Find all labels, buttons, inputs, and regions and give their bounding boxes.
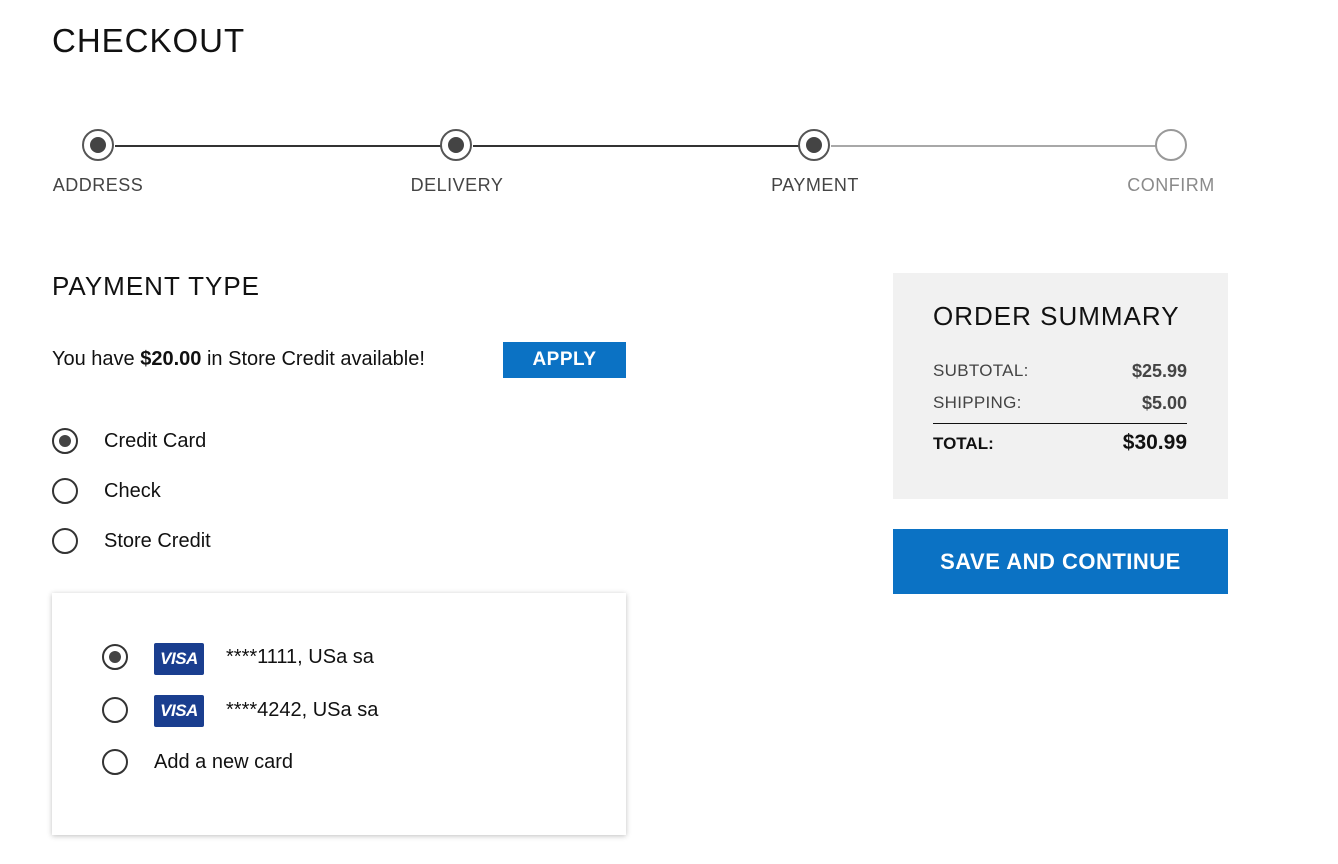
credit-card-label[interactable]: Credit Card bbox=[104, 430, 206, 453]
saved-card-label[interactable]: ****1111, USa sa bbox=[226, 646, 374, 669]
total-value: $30.99 bbox=[1122, 431, 1187, 454]
order-summary-title: ORDER SUMMARY bbox=[933, 301, 1180, 331]
checkout-progress: ADDRESS DELIVERY PAYMENT CONFIRM bbox=[0, 0, 1338, 220]
store-credit-label[interactable]: Store Credit bbox=[104, 530, 211, 553]
shipping-value: $5.00 bbox=[1141, 393, 1187, 413]
shipping-label: SHIPPING: bbox=[933, 393, 1022, 412]
check-radio[interactable] bbox=[52, 478, 78, 504]
check-label[interactable]: Check bbox=[104, 480, 161, 503]
step-confirm-label: CONFIRM bbox=[1127, 175, 1215, 195]
store-credit-amount: $20.00 bbox=[140, 348, 202, 370]
step-address-label[interactable]: ADDRESS bbox=[53, 175, 144, 196]
visa-logo-icon: VISA bbox=[154, 643, 204, 675]
store-credit-prefix: You have bbox=[52, 348, 135, 370]
apply-store-credit-button[interactable]: APPLY bbox=[503, 342, 626, 378]
step-payment-marker[interactable] bbox=[798, 129, 830, 161]
total-label: TOTAL: bbox=[933, 434, 994, 453]
store-credit-notice: You have $20.00 in Store Credit availabl… bbox=[52, 348, 425, 371]
saved-card-radio[interactable] bbox=[102, 697, 128, 723]
saved-card-radio[interactable] bbox=[102, 644, 128, 670]
summary-divider bbox=[933, 423, 1187, 424]
step-delivery-marker[interactable] bbox=[440, 129, 472, 161]
progress-line-payment-confirm bbox=[831, 145, 1156, 147]
store-credit-radio[interactable] bbox=[52, 528, 78, 554]
credit-card-radio[interactable] bbox=[52, 428, 78, 454]
payment-type-heading: PAYMENT TYPE bbox=[52, 271, 261, 301]
add-new-card-label[interactable]: Add a new card bbox=[154, 751, 293, 774]
saved-card-label[interactable]: ****4242, USa sa bbox=[226, 699, 378, 722]
step-address-marker[interactable] bbox=[82, 129, 114, 161]
add-new-card-radio[interactable] bbox=[102, 749, 128, 775]
step-payment-label[interactable]: PAYMENT bbox=[771, 175, 859, 196]
save-and-continue-button[interactable]: SAVE AND CONTINUE bbox=[893, 529, 1228, 594]
step-delivery-label[interactable]: DELIVERY bbox=[411, 175, 504, 196]
saved-cards-panel: VISA ****1111, USa sa VISA ****4242, USa… bbox=[52, 593, 626, 835]
visa-logo-icon: VISA bbox=[154, 695, 204, 727]
order-summary: ORDER SUMMARY SUBTOTAL: $25.99 SHIPPING:… bbox=[893, 273, 1228, 499]
progress-line-address-delivery bbox=[115, 145, 441, 147]
step-confirm-marker bbox=[1155, 129, 1187, 161]
progress-line-delivery-payment bbox=[473, 145, 799, 147]
subtotal-value: $25.99 bbox=[1131, 361, 1187, 381]
subtotal-label: SUBTOTAL: bbox=[933, 361, 1029, 380]
store-credit-suffix: in Store Credit available! bbox=[206, 348, 425, 370]
